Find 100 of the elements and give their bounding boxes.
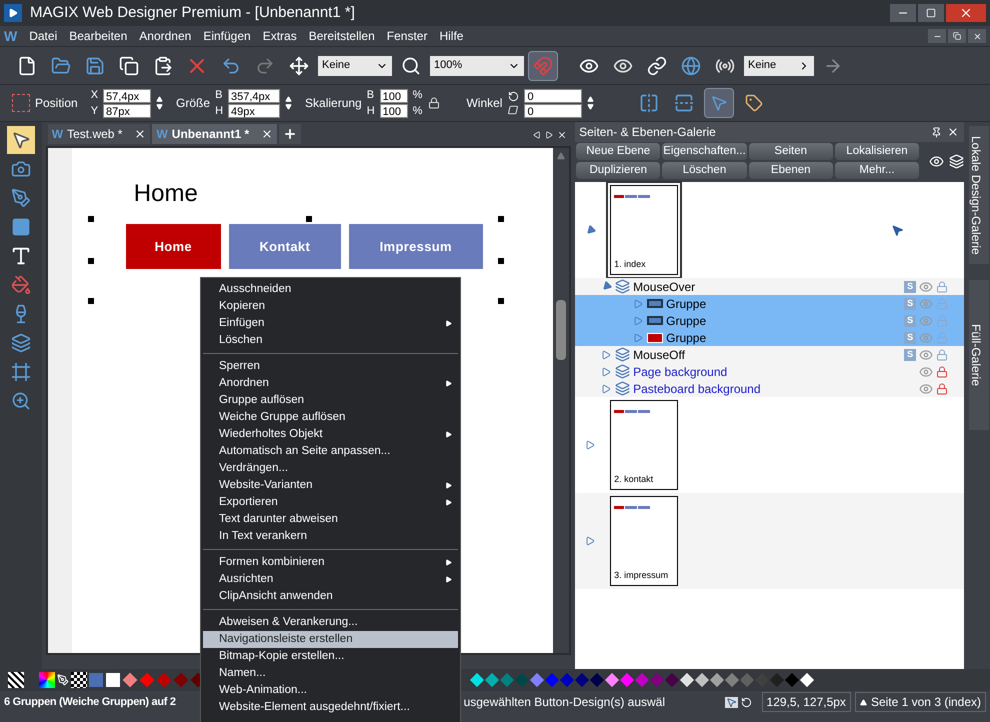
menu-item[interactable]: Extras [262, 27, 297, 45]
close-icon[interactable] [557, 130, 568, 140]
lock-icon[interactable] [427, 96, 442, 110]
layer-row[interactable]: Gruppe S [575, 295, 964, 312]
layer-row[interactable]: Gruppe S [575, 329, 964, 346]
previous-icon[interactable] [533, 130, 542, 140]
page-thumbnail[interactable]: 3. impressum [610, 496, 678, 586]
width-field[interactable]: 357,4px [228, 88, 280, 102]
context-menu-item[interactable]: Verdrängen... [203, 460, 458, 477]
minimize-button[interactable] [928, 29, 946, 43]
tool-button[interactable] [6, 126, 35, 154]
context-menu-item[interactable]: Ausschneiden [203, 281, 458, 298]
next-icon[interactable] [545, 130, 554, 140]
context-menu-item[interactable]: Web-Animation... [203, 682, 458, 699]
layer-row[interactable]: Pasteboard background [575, 380, 964, 397]
gallery-button[interactable]: Seiten [748, 143, 833, 160]
spinner[interactable] [587, 96, 594, 110]
rotation-field[interactable]: 0 [524, 88, 582, 102]
visibility-icon[interactable] [919, 382, 934, 396]
scrollbar-thumb[interactable] [556, 300, 566, 360]
visibility-icon[interactable] [919, 280, 934, 294]
expand-icon[interactable] [584, 440, 596, 450]
menu-item[interactable]: Bereitstellen [308, 27, 375, 45]
context-menu-item[interactable]: Kopieren [203, 298, 458, 315]
pin-icon[interactable] [930, 126, 942, 138]
zoom-dropdown[interactable]: 100% [430, 56, 524, 76]
expand-icon[interactable] [633, 332, 644, 342]
expand-icon[interactable] [584, 536, 596, 546]
lock-icon[interactable] [936, 382, 948, 394]
scale-width-field[interactable]: 100 [380, 88, 408, 102]
close-icon[interactable] [261, 128, 274, 140]
context-menu-item[interactable]: Exportieren [203, 494, 458, 511]
context-menu-item[interactable]: Website-Element ausgedehnt/fixiert... [203, 699, 458, 716]
context-menu-item[interactable]: Anordnen [203, 375, 458, 392]
expand-icon[interactable] [633, 298, 644, 308]
layer-row[interactable]: MouseOff S [575, 346, 964, 363]
height-field[interactable]: 49px [228, 104, 280, 118]
menu-item[interactable]: Hilfe [439, 27, 464, 45]
context-menu-item[interactable]: In Text verankern [203, 528, 458, 545]
spinner[interactable] [156, 96, 164, 110]
close-button[interactable] [946, 4, 986, 22]
restore-button[interactable] [948, 29, 966, 43]
context-menu-item[interactable]: Website-Varianten [203, 477, 458, 494]
document-tab[interactable]: W Unbenannt1 * [152, 124, 278, 144]
scroll-up-icon[interactable] [556, 152, 566, 160]
page-navigator[interactable]: Seite 1 von 3 (index) [854, 692, 986, 712]
gallery-button[interactable]: Ebenen [748, 162, 833, 179]
gallery-button[interactable]: Lokalisieren [834, 143, 920, 160]
menu-item[interactable]: Datei [29, 27, 58, 45]
context-menu-item[interactable]: ClipAnsicht anwenden [203, 588, 458, 605]
expand-icon[interactable] [601, 350, 612, 360]
pointer-icon[interactable] [725, 696, 738, 708]
maximize-button[interactable] [918, 4, 944, 22]
gallery-button[interactable]: Neue Ebene [576, 143, 660, 160]
color-picker-icon[interactable] [39, 672, 55, 688]
layer-row[interactable]: Gruppe S [575, 312, 964, 329]
x-field[interactable]: 57,4px [103, 88, 152, 102]
hierarchy-icon[interactable] [948, 154, 964, 168]
style-field[interactable]: Keine [744, 56, 814, 76]
close-button[interactable] [968, 29, 986, 43]
layer-row[interactable]: MouseOver S [575, 278, 964, 295]
context-menu-item[interactable]: Formen kombinieren [203, 554, 458, 571]
eye-icon[interactable] [928, 154, 944, 168]
skew-field[interactable]: 0 [524, 104, 582, 118]
context-menu-item[interactable]: Wiederholtes Objekt [203, 426, 458, 443]
add-tab-button[interactable] [279, 124, 302, 144]
context-menu-item[interactable]: Einfügen [203, 315, 458, 332]
side-tab[interactable]: Lokale Design-Galerie [969, 126, 990, 264]
side-tab[interactable]: Füll-Galerie [969, 280, 990, 430]
gallery-button[interactable]: Löschen [662, 162, 747, 179]
context-menu-item[interactable]: Weiche Gruppe auflösen [203, 409, 458, 426]
color-swatch[interactable] [106, 673, 120, 687]
expand-icon[interactable] [633, 316, 644, 326]
gallery-button[interactable]: Eigenschaften... [662, 143, 747, 160]
page-thumbnail[interactable]: 2. kontakt [610, 400, 678, 490]
eyedropper-icon[interactable] [56, 674, 70, 686]
context-menu-item[interactable]: Abweisen & Verankerung... [203, 614, 458, 631]
layer-row[interactable]: Page background [575, 363, 964, 380]
context-menu-item[interactable]: Sperren [203, 358, 458, 375]
collapse-icon[interactable] [602, 282, 612, 291]
document-tab[interactable]: W Test.web * [48, 124, 150, 144]
gallery-button[interactable]: Mehr... [834, 162, 920, 179]
menu-item[interactable]: Bearbeiten [69, 27, 128, 45]
menu-item[interactable]: Fenster [386, 27, 428, 45]
lock-icon[interactable] [936, 366, 948, 378]
context-menu-item[interactable]: Ausrichten [203, 571, 458, 588]
scale-height-field[interactable]: 100 [380, 104, 408, 118]
context-menu-item[interactable]: Text darunter abweisen [203, 511, 458, 528]
spinner[interactable] [285, 96, 292, 110]
color-swatch[interactable] [89, 673, 103, 687]
expand-icon[interactable] [601, 384, 612, 394]
context-menu-item[interactable]: Navigationsleiste erstellen [203, 631, 458, 648]
menu-item[interactable]: Einfügen [203, 27, 251, 45]
context-menu-item[interactable]: Bitmap-Kopie erstellen... [203, 648, 458, 665]
close-icon[interactable] [134, 128, 146, 140]
gallery-button[interactable]: Duplizieren [576, 162, 660, 179]
menu-item[interactable]: Anordnen [139, 27, 192, 45]
y-field[interactable]: 87px [103, 104, 152, 118]
context-menu-item[interactable]: Automatisch an Seite anpassen... [203, 443, 458, 460]
visibility-icon[interactable] [919, 348, 934, 362]
